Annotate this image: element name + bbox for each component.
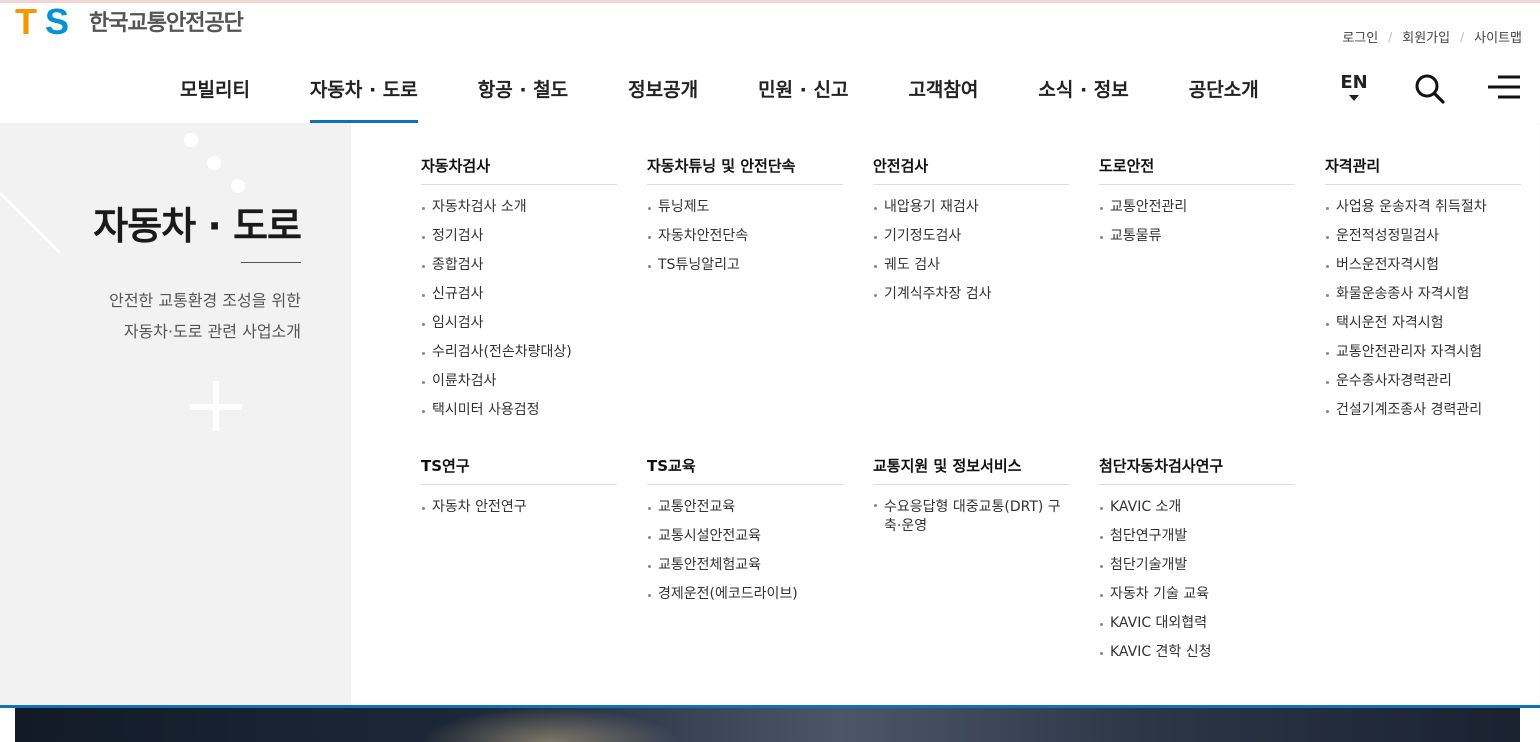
menu-column-title[interactable]: TS연구: [421, 455, 617, 485]
menu-column-title[interactable]: 자동차튜닝 및 안전단속: [647, 155, 843, 185]
menu-link[interactable]: 건설기계조종사 경력관리: [1325, 396, 1521, 425]
menu-link[interactable]: 튜닝제도: [647, 193, 843, 222]
language-selector[interactable]: EN: [1340, 72, 1368, 101]
menu-column-title[interactable]: TS교육: [647, 455, 843, 485]
sitemap-link[interactable]: 사이트맵: [1474, 27, 1522, 46]
menu-link[interactable]: KAVIC 소개: [1099, 493, 1295, 522]
gnb-item-info-disclosure[interactable]: 정보공개: [598, 55, 728, 123]
menu-link[interactable]: 자동차 안전연구: [421, 493, 617, 522]
menu-link[interactable]: 교통안전체험교육: [647, 551, 843, 580]
login-link[interactable]: 로그인: [1342, 27, 1378, 46]
menu-link[interactable]: 첨단연구개발: [1099, 522, 1295, 551]
menu-link[interactable]: KAVIC 대외협력: [1099, 609, 1295, 638]
menu-link[interactable]: 자동차안전단속: [647, 222, 843, 251]
menu-link[interactable]: 교통안전교육: [647, 493, 843, 522]
menu-link[interactable]: 자동차검사 소개: [421, 193, 617, 222]
hero-banner-glow: [420, 708, 680, 742]
mega-menu: 자동차 · 도로 안전한 교통환경 조성을 위한 자동차·도로 관련 사업소개 …: [0, 123, 1540, 705]
menu-column-title[interactable]: 첨단자동차검사연구: [1099, 455, 1295, 485]
menu-link[interactable]: 운전적성정밀검사: [1325, 222, 1521, 251]
signup-link[interactable]: 회원가입: [1402, 27, 1450, 46]
menu-link[interactable]: 궤도 검사: [873, 251, 1069, 280]
menu-column-title[interactable]: 교통지원 및 정보서비스: [873, 455, 1069, 485]
search-icon: [1415, 74, 1445, 104]
menu-link[interactable]: 내압용기 재검사: [873, 193, 1069, 222]
menu-link[interactable]: 사업용 운송자격 취득절차: [1325, 193, 1521, 222]
menu-column-road-safety: 도로안전 교통안전관리 교통물류: [1099, 155, 1295, 251]
mega-menu-side-panel: 자동차 · 도로 안전한 교통환경 조성을 위한 자동차·도로 관련 사업소개: [0, 123, 351, 705]
menu-link[interactable]: 버스운전자격시험: [1325, 251, 1521, 280]
menu-link[interactable]: 첨단기술개발: [1099, 551, 1295, 580]
menu-link[interactable]: 택시운전 자격시험: [1325, 309, 1521, 338]
menu-column-advanced-vehicle-research: 첨단자동차검사연구 KAVIC 소개 첨단연구개발 첨단기술개발 자동차 기술 …: [1099, 455, 1295, 667]
gnb-item-customer[interactable]: 고객참여: [878, 55, 1008, 123]
side-panel-description: 안전한 교통환경 조성을 위한 자동차·도로 관련 사업소개: [109, 291, 301, 341]
menu-link[interactable]: 화물운송종사 자격시험: [1325, 280, 1521, 309]
divider: [241, 262, 301, 263]
side-panel-title: 자동차 · 도로: [93, 204, 302, 248]
menu-column-tuning-enforcement: 자동차튜닝 및 안전단속 튜닝제도 자동차안전단속 TS튜닝알리고: [647, 155, 843, 280]
menu-link[interactable]: TS튜닝알리고: [647, 251, 843, 280]
menu-link[interactable]: 기계식주차장 검사: [873, 280, 1069, 309]
menu-link[interactable]: 수리검사(전손차량대상): [421, 338, 617, 367]
menu-column-title[interactable]: 자격관리: [1325, 155, 1521, 185]
menu-link[interactable]: 교통시설안전교육: [647, 522, 843, 551]
menu-column-traffic-support: 교통지원 및 정보서비스 수요응답형 대중교통(DRT) 구축·운영: [873, 455, 1069, 541]
gnb-item-air-rail[interactable]: 항공 · 철도: [448, 55, 598, 123]
menu-link[interactable]: 운수종사자경력관리: [1325, 367, 1521, 396]
gnb-item-civil-report[interactable]: 민원 · 신고: [728, 55, 878, 123]
menu-link[interactable]: 임시검사: [421, 309, 617, 338]
main-nav: 모빌리티 자동차 · 도로 항공 · 철도 정보공개 민원 · 신고 고객참여 …: [150, 55, 1289, 123]
menu-link[interactable]: 경제운전(에코드라이브): [647, 580, 843, 609]
gnb-item-mobility[interactable]: 모빌리티: [150, 55, 280, 123]
logo-mark: T S: [15, 1, 70, 42]
menu-link[interactable]: 자동차 기술 교육: [1099, 580, 1295, 609]
menu-column-vehicle-inspection: 자동차검사 자동차검사 소개 정기검사 종합검사 신규검사 임시검사 수리검사(…: [421, 155, 617, 425]
menu-icon: [1488, 75, 1520, 99]
gnb-item-about[interactable]: 공단소개: [1159, 55, 1289, 123]
menu-link[interactable]: 신규검사: [421, 280, 617, 309]
gnb-item-car-road[interactable]: 자동차 · 도로: [280, 55, 448, 123]
menu-link[interactable]: 수요응답형 대중교통(DRT) 구축·운영: [873, 493, 1069, 541]
menu-column-ts-education: TS교육 교통안전교육 교통시설안전교육 교통안전체험교육 경제운전(에코드라이…: [647, 455, 843, 609]
menu-link[interactable]: 이륜차검사: [421, 367, 617, 396]
menu-link[interactable]: 교통안전관리자 자격시험: [1325, 338, 1521, 367]
logo-text: 한국교통안전공단: [89, 11, 244, 36]
menu-link[interactable]: 정기검사: [421, 222, 617, 251]
search-button[interactable]: [1413, 72, 1447, 106]
menu-link[interactable]: 교통물류: [1099, 222, 1295, 251]
menu-column-qualification: 자격관리 사업용 운송자격 취득절차 운전적성정밀검사 버스운전자격시험 화물운…: [1325, 155, 1521, 425]
menu-column-title[interactable]: 자동차검사: [421, 155, 617, 185]
caret-down-icon: [1349, 95, 1359, 101]
all-menu-button[interactable]: [1486, 72, 1522, 102]
util-separator: /: [1388, 29, 1393, 44]
menu-column-safety-inspection: 안전검사 내압용기 재검사 기기정도검사 궤도 검사 기계식주차장 검사: [873, 155, 1069, 309]
menu-link[interactable]: 택시미터 사용검정: [421, 396, 617, 425]
menu-link[interactable]: 종합검사: [421, 251, 617, 280]
site-logo[interactable]: T S 한국교통안전공단: [15, 1, 244, 42]
menu-column-title[interactable]: 도로안전: [1099, 155, 1295, 185]
top-accent-line: [0, 0, 1540, 3]
util-separator: /: [1460, 29, 1465, 44]
menu-column-title[interactable]: 안전검사: [873, 155, 1069, 185]
utility-links: 로그인 / 회원가입 / 사이트맵: [1342, 27, 1522, 47]
menu-link[interactable]: KAVIC 견학 신청: [1099, 638, 1295, 667]
menu-link[interactable]: 교통안전관리: [1099, 193, 1295, 222]
menu-link[interactable]: 기기정도검사: [873, 222, 1069, 251]
gnb-item-news[interactable]: 소식 · 정보: [1008, 55, 1158, 123]
hero-banner-image: [15, 708, 1520, 742]
language-label: EN: [1340, 72, 1368, 93]
menu-column-ts-research: TS연구 자동차 안전연구: [421, 455, 617, 522]
